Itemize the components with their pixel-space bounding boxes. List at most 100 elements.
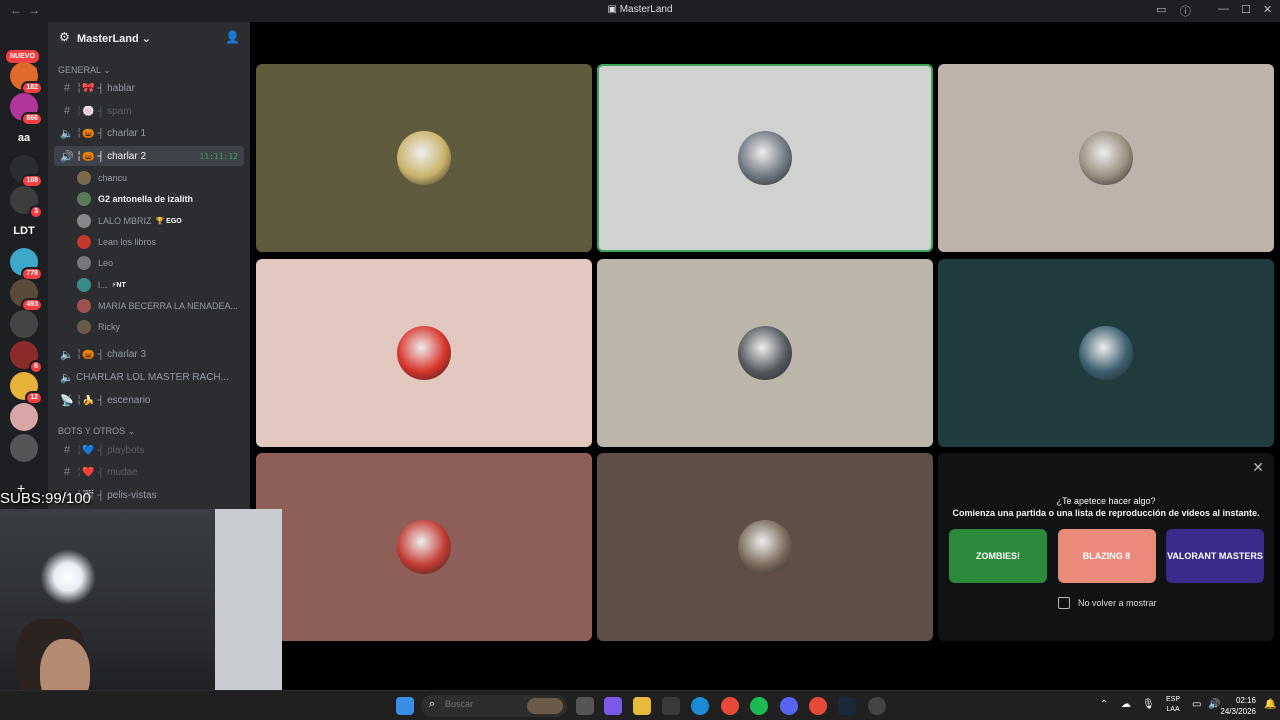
mic-icon[interactable]: 🎙: [1142, 699, 1155, 710]
member-name: LALO MBRIZ: [98, 215, 152, 226]
video-tile[interactable]: [938, 259, 1274, 447]
member-name: Ricky: [98, 322, 120, 333]
video-tile[interactable]: [256, 259, 592, 447]
hash-icon: #: [63, 105, 71, 117]
channel-escenario[interactable]: 📡 ╎🍌 ┤ escenario: [54, 390, 244, 410]
member-tag: ⚡NT: [111, 281, 126, 289]
member-name: Lean los libros: [98, 236, 157, 247]
mention-badge: 3: [29, 205, 43, 219]
speaker-icon: 🔈: [60, 371, 74, 384]
title-bar: ← → ▣ MasterLand ▭ ⓘ — ☐ ✕: [0, 0, 1280, 22]
avatar: [77, 171, 91, 185]
server-icon[interactable]: [10, 434, 38, 462]
minimize-icon[interactable]: —: [1218, 3, 1229, 15]
inbox-icon[interactable]: ▭: [1156, 3, 1166, 16]
server-name: MasterLand ⌄: [77, 33, 152, 45]
app-icon[interactable]: [868, 697, 886, 715]
channel-lol[interactable]: 🔈 CHARLAR LOL MASTER RACH...: [54, 367, 244, 387]
voice-member[interactable]: Leo: [77, 253, 242, 273]
voice-member[interactable]: Ricky: [77, 317, 242, 337]
network-icon[interactable]: ▭: [1192, 699, 1201, 710]
category-bots[interactable]: BOTS Y OTROS ⌄: [58, 426, 135, 437]
video-tile[interactable]: [597, 64, 933, 252]
dont-show-checkbox[interactable]: [1058, 597, 1070, 609]
close-icon[interactable]: ✕: [1263, 3, 1272, 16]
search-box[interactable]: ⌕: [421, 695, 567, 717]
maximize-icon[interactable]: ☐: [1241, 3, 1251, 16]
chrome-profile-icon[interactable]: [809, 697, 827, 715]
game-title: BLAZING 8: [1082, 551, 1131, 561]
channel-playbots[interactable]: # ╎💙 ┤ playbots: [54, 440, 244, 460]
server-icon[interactable]: [10, 403, 38, 431]
channel-spam[interactable]: # ╎🍥 ┤ spam: [54, 101, 244, 121]
video-tile[interactable]: [256, 64, 592, 252]
video-tile[interactable]: [597, 259, 933, 447]
server-icon[interactable]: 3: [10, 186, 43, 219]
server-icon[interactable]: 182: [10, 62, 43, 95]
help-icon[interactable]: ⓘ: [1180, 3, 1191, 19]
voice-member[interactable]: MARIA BECERRA LA NENADEA...: [77, 296, 242, 316]
steam-icon[interactable]: [838, 697, 856, 715]
copilot-icon[interactable]: [604, 697, 622, 715]
channel-charlar-1[interactable]: 🔈 ╎🎃 ┤ charlar 1: [54, 123, 244, 143]
voice-member[interactable]: G2 antonella de izalith: [77, 189, 242, 209]
invite-icon[interactable]: 👤: [225, 30, 240, 44]
cloud-icon[interactable]: ☁: [1121, 699, 1131, 710]
chevron-up-icon[interactable]: ⌃: [1100, 699, 1108, 710]
search-input[interactable]: [445, 699, 525, 709]
windows-start-icon[interactable]: [396, 697, 414, 715]
webcam-overlay: [0, 509, 282, 720]
channel-sidebar: ⚙ MasterLand ⌄ 👤 GENERAL ⌄ # ╎🎀 ┤ hablar …: [48, 22, 250, 510]
close-icon[interactable]: ✕: [1252, 459, 1264, 476]
server-label: aa: [17, 132, 31, 144]
volume-icon[interactable]: 🔊: [1208, 699, 1220, 710]
hash-icon: #: [63, 82, 71, 94]
avatar: [77, 256, 91, 271]
participant-avatar: [738, 520, 792, 574]
chrome-icon[interactable]: [721, 697, 739, 715]
notification-icon[interactable]: 🔔: [1264, 699, 1276, 710]
voice-member[interactable]: LALO MBRIZ 🏆 EGO: [77, 211, 242, 231]
store-icon[interactable]: [662, 697, 680, 715]
participant-avatar: [1079, 326, 1133, 380]
server-icon[interactable]: 12: [10, 372, 43, 405]
server-icon[interactable]: 778: [10, 248, 43, 281]
member-name: Leo: [98, 258, 114, 269]
edge-icon[interactable]: [691, 697, 709, 715]
stage-icon: 📡: [60, 394, 74, 407]
server-icon[interactable]: 6: [10, 341, 43, 374]
clock[interactable]: 02:16 24/3/2026: [1220, 695, 1256, 717]
server-icon[interactable]: 108: [10, 155, 43, 188]
server-icon[interactable]: aa: [10, 124, 38, 152]
server-icon[interactable]: 493: [10, 279, 43, 312]
game-card[interactable]: BLAZING 8: [1057, 529, 1156, 583]
category-general[interactable]: GENERAL ⌄: [58, 65, 111, 76]
channel-mudae[interactable]: # ╎❤️ ┤ mudae: [54, 462, 244, 482]
taskbar: ⌕ ⌃ ☁ 🎙 ESPLAA ▭ 🔊 02:1624/3/2026 🔔: [0, 690, 1280, 720]
speaker-icon: 🔈: [60, 127, 74, 140]
voice-member[interactable]: Lean los libros: [77, 232, 242, 252]
discord-icon[interactable]: [780, 697, 798, 715]
server-icon[interactable]: 866: [10, 93, 43, 126]
channel-hablar[interactable]: # ╎🎀 ┤ hablar: [54, 78, 244, 98]
video-tile[interactable]: [256, 453, 592, 641]
spotify-icon[interactable]: [750, 697, 768, 715]
game-title: ZOMBIES!: [976, 551, 1020, 561]
video-tile[interactable]: [597, 453, 933, 641]
voice-member[interactable]: l... ⚡NT: [77, 275, 242, 295]
dont-show-label: No volver a mostrar: [1078, 598, 1157, 608]
video-tile[interactable]: [938, 64, 1274, 252]
language-indicator[interactable]: ESP LAA: [1166, 695, 1180, 715]
channel-charlar-3[interactable]: 🔈 ╎🎃 ┤ charlar 3: [54, 344, 244, 364]
avatar: [77, 192, 91, 207]
game-card[interactable]: VALORANT MASTERS: [1166, 529, 1264, 583]
server-header[interactable]: ⚙ MasterLand ⌄ 👤: [48, 22, 250, 56]
channel-charlar-2[interactable]: 🔊 ╎🎃 ┤ charlar 2 11:11:12: [54, 146, 244, 166]
game-card[interactable]: ZOMBIES!: [949, 529, 1047, 583]
voice-member[interactable]: chancu: [77, 168, 242, 188]
server-icon[interactable]: [10, 310, 38, 338]
server-icon[interactable]: LDT: [10, 217, 38, 245]
file-explorer-icon[interactable]: [633, 697, 651, 715]
member-tag: 🏆 EGO: [155, 217, 182, 225]
task-view-icon[interactable]: [576, 697, 594, 715]
